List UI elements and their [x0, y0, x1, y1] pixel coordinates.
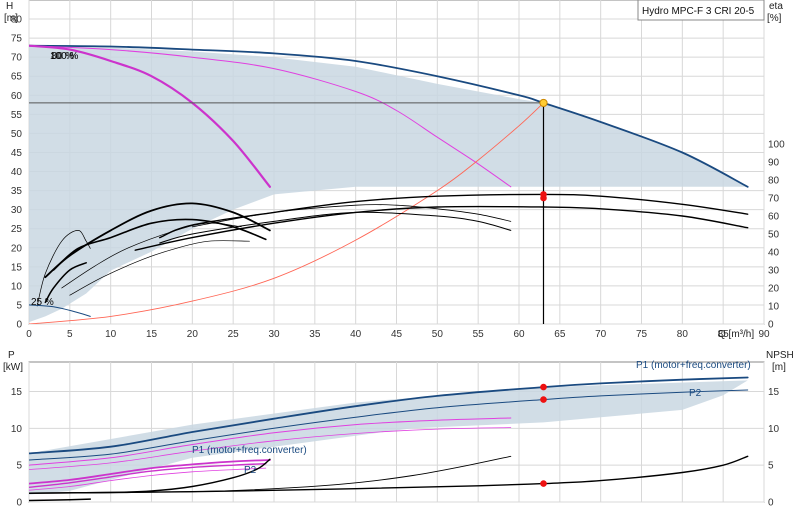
npsh-tick-5: 5 [768, 461, 774, 472]
x-tick-30: 30 [268, 329, 280, 340]
x-tick-55: 55 [473, 329, 485, 340]
power-axis-label-unit: [kW] [3, 362, 23, 373]
eta-tick-100: 100 [768, 140, 785, 151]
p-tick-5: 5 [16, 461, 22, 472]
power-npsh-panel: 0 5 10 15 0 5 10 15 P [kW] NPSH [m] P1 (motor+f… [3, 350, 794, 509]
p1-label-1pump: P1 (motor+freq.converter) [192, 445, 307, 456]
chart-title-box: Hydro MPC-F 3 CRI 20-5 [637, 0, 765, 21]
npsh-tick-0: 0 [768, 498, 774, 509]
x-tick-75: 75 [636, 329, 648, 340]
h-tick-55: 55 [11, 110, 23, 121]
x-tick-90: 90 [758, 329, 770, 340]
h-tick-70: 70 [11, 53, 23, 64]
duty-point-npsh [540, 480, 547, 487]
eta-tick-20: 20 [768, 284, 780, 295]
x-tick-15: 15 [146, 329, 158, 340]
x-tick-5: 5 [67, 329, 73, 340]
eta-tick-90: 90 [768, 158, 780, 169]
h-tick-30: 30 [11, 205, 23, 216]
pump-performance-chart: 0 5 10 15 20 25 30 35 40 45 50 55 60 65 70 75 80 85 900510… [3, 0, 794, 509]
power-axis-label: P [8, 350, 15, 361]
h-tick-10: 10 [11, 281, 23, 292]
x-tick-65: 65 [554, 329, 566, 340]
eta-axis-label: eta [769, 1, 783, 12]
speed-label-60: 60 % [52, 51, 75, 62]
flow-axis-label: Q [m³/h] [718, 329, 754, 340]
h-tick-40: 40 [11, 167, 23, 178]
p-tick-15: 15 [11, 387, 23, 398]
eta-tick-80: 80 [768, 176, 780, 187]
eta-tick-30: 30 [768, 266, 780, 277]
h-tick-0: 0 [16, 320, 22, 331]
h-tick-45: 45 [11, 148, 23, 159]
h-tick-35: 35 [11, 186, 23, 197]
npsh-axis-label-unit: [m] [772, 362, 786, 373]
eta-tick-40: 40 [768, 248, 780, 259]
duty-point-eta-1 [540, 191, 547, 198]
h-tick-15: 15 [11, 262, 23, 273]
x-tick-0: 0 [26, 329, 32, 340]
duty-point-p1 [540, 383, 547, 391]
x-tick-20: 20 [187, 329, 199, 340]
p2-label-1pump: P2 [244, 465, 257, 476]
chart-title: Hydro MPC-F 3 CRI 20-5 [642, 6, 755, 17]
x-tick-50: 50 [432, 329, 444, 340]
npsh-tick-15: 15 [768, 387, 780, 398]
eta-tick-60: 60 [768, 212, 780, 223]
eta-tick-70: 70 [768, 194, 780, 205]
p1-label-3pumps: P1 (motor+freq.converter) [636, 360, 751, 371]
x-tick-40: 40 [350, 329, 362, 340]
eta-tick-0: 0 [768, 320, 774, 331]
duty-point-p2 [540, 396, 547, 403]
x-tick-80: 80 [677, 329, 689, 340]
min-speed-label: 25 % [31, 297, 54, 308]
x-tick-10: 10 [105, 329, 117, 340]
npsh-axis-label: NPSH [766, 350, 794, 361]
h-tick-20: 20 [11, 243, 23, 254]
x-tick-70: 70 [595, 329, 607, 340]
x-tick-35: 35 [309, 329, 321, 340]
h-tick-25: 25 [11, 224, 23, 235]
x-tick-25: 25 [228, 329, 240, 340]
h-tick-5: 5 [16, 300, 22, 311]
head-panel: 0 5 10 15 20 25 30 35 40 45 50 55 60 65 70 75 80 85 900510… [4, 0, 785, 340]
x-tick-45: 45 [391, 329, 403, 340]
npsh-tick-10: 10 [768, 424, 780, 435]
eta-tick-10: 10 [768, 302, 780, 313]
eta-axis-label-unit: [%] [767, 13, 782, 24]
eta-tick-50: 50 [768, 230, 780, 241]
p2-label-3pumps: P2 [689, 388, 702, 399]
p-tick-0: 0 [16, 498, 22, 509]
h-tick-75: 75 [11, 34, 23, 45]
duty-point-head [539, 98, 548, 108]
h-tick-50: 50 [11, 129, 23, 140]
h-tick-60: 60 [11, 91, 23, 102]
head-axis-label-h-unit: [m] [4, 13, 18, 24]
x-tick-60: 60 [513, 329, 525, 340]
p-tick-10: 10 [11, 424, 23, 435]
head-axis-label-h: H [6, 1, 13, 12]
h-tick-65: 65 [11, 72, 23, 83]
